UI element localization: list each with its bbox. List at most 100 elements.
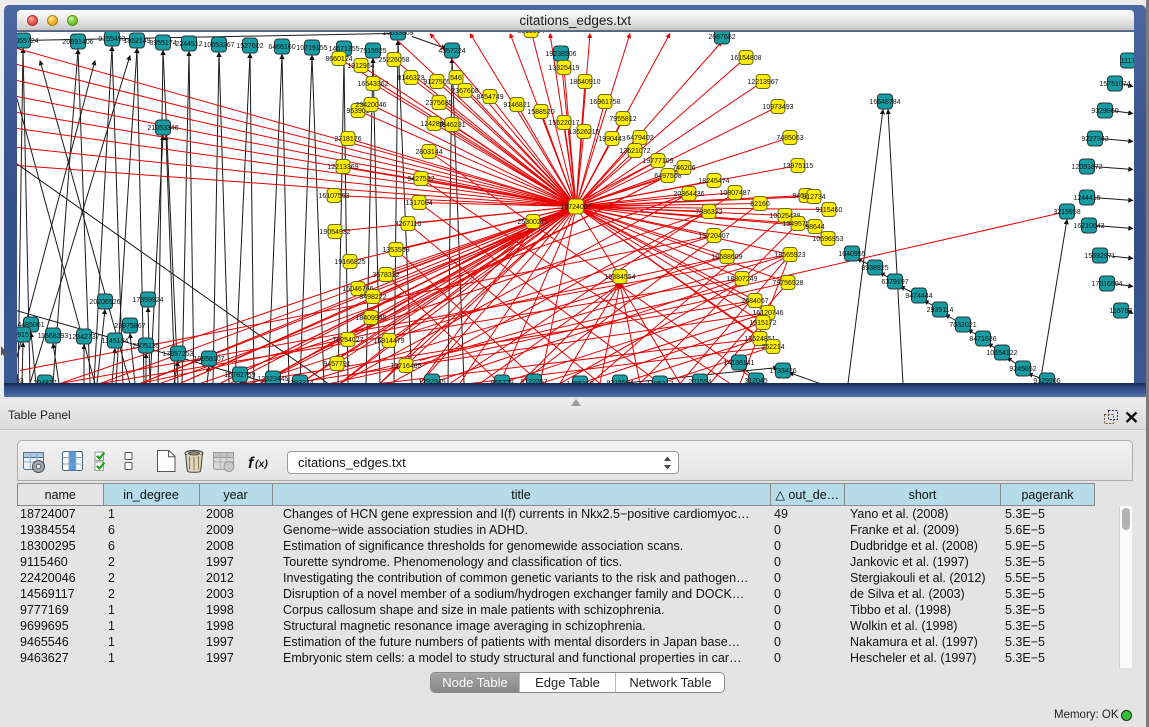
svg-text:7886322: 7886322 <box>695 209 722 216</box>
svg-text:1990443: 1990443 <box>598 136 625 143</box>
svg-text:10807487: 10807487 <box>719 190 750 197</box>
svg-text:20364436: 20364436 <box>673 191 704 198</box>
svg-text:1862149: 1862149 <box>123 38 150 45</box>
svg-text:2505135: 2505135 <box>132 343 159 350</box>
svg-text:1353559: 1353559 <box>382 247 409 254</box>
svg-text:12093872: 12093872 <box>1071 164 1102 171</box>
svg-text:9155493: 9155493 <box>98 36 125 43</box>
svg-text:9427532: 9427532 <box>407 176 434 183</box>
svg-text:19777109: 19777109 <box>642 158 673 165</box>
svg-text:23420046: 23420046 <box>355 102 386 109</box>
svg-text:16961758: 16961758 <box>589 99 620 106</box>
svg-text:25300275: 25300275 <box>517 219 548 226</box>
svg-text:3498222: 3498222 <box>359 294 386 301</box>
svg-text:12323445: 12323445 <box>257 376 288 383</box>
svg-text:19238506: 19238506 <box>545 51 576 58</box>
svg-text:79756928: 79756928 <box>772 280 803 287</box>
svg-text:10654122: 10654122 <box>986 350 1017 357</box>
svg-text:1615172: 1615172 <box>749 320 776 327</box>
svg-text:546: 546 <box>450 75 462 82</box>
svg-text:10696953: 10696953 <box>812 236 843 243</box>
svg-text:16210643: 16210643 <box>1073 223 1104 230</box>
svg-text:(x): (x) <box>255 458 268 470</box>
svg-text:13626215: 13626215 <box>568 129 599 136</box>
svg-text:18724007: 18724007 <box>560 204 591 211</box>
svg-text:9127505: 9127505 <box>423 79 450 86</box>
svg-text:2684067: 2684067 <box>741 298 768 305</box>
svg-text:8471636: 8471636 <box>969 336 996 343</box>
svg-text:1527602: 1527602 <box>236 43 263 50</box>
svg-text:2803144: 2803144 <box>415 149 442 156</box>
svg-text:23975867: 23975867 <box>114 323 145 330</box>
svg-text:25226058: 25226058 <box>378 57 409 64</box>
svg-text:8146323: 8146323 <box>397 75 424 82</box>
svg-text:1588520: 1588520 <box>527 109 554 116</box>
svg-text:6379197: 6379197 <box>881 279 908 286</box>
svg-text:20206526: 20206526 <box>89 299 120 306</box>
svg-text:10719155: 10719155 <box>296 45 327 52</box>
svg-text:f: f <box>248 455 255 472</box>
svg-text:11568293: 11568293 <box>37 333 68 340</box>
svg-text:17957253: 17957253 <box>162 351 193 358</box>
svg-text:1546231: 1546231 <box>438 122 465 129</box>
svg-text:16154808: 16154808 <box>730 55 761 62</box>
svg-text:15622017: 15622017 <box>548 120 579 127</box>
svg-text:7955812: 7955812 <box>609 116 636 123</box>
svg-text:4357224: 4357224 <box>438 48 465 55</box>
svg-text:9245652: 9245652 <box>1009 366 1036 373</box>
svg-text:15720407: 15720407 <box>698 233 729 240</box>
svg-text:12213967: 12213967 <box>747 79 778 86</box>
svg-text:6466160: 6466160 <box>268 44 295 51</box>
svg-text:12342737: 12342737 <box>68 334 99 341</box>
svg-text:98644: 98644 <box>805 224 825 231</box>
svg-text:1733426: 1733426 <box>769 368 796 375</box>
svg-text:1117: 1117 <box>1120 58 1133 65</box>
svg-text:1912954: 1912954 <box>347 63 374 70</box>
svg-text:9474444: 9474444 <box>905 293 932 300</box>
svg-text:912734: 912734 <box>802 194 825 201</box>
svg-text:14136141: 14136141 <box>723 360 754 367</box>
svg-text:8955174: 8955174 <box>149 40 176 47</box>
svg-text:9457791: 9457791 <box>323 361 350 368</box>
svg-text:3215958: 3215958 <box>1053 209 1080 216</box>
svg-text:8938925: 8938925 <box>861 265 888 272</box>
svg-text:7632021: 7632021 <box>949 322 976 329</box>
svg-text:1317004: 1317004 <box>405 200 432 207</box>
svg-text:13975115: 13975115 <box>782 163 813 170</box>
svg-text:10653267: 10653267 <box>203 42 234 49</box>
svg-text:2687682: 2687682 <box>708 34 735 41</box>
svg-text:19054932: 19054932 <box>319 229 350 236</box>
svg-text:746206: 746206 <box>672 165 695 172</box>
svg-text:17016504: 17016504 <box>1091 281 1122 288</box>
svg-text:20691406: 20691406 <box>62 39 93 46</box>
svg-text:16648784: 16648784 <box>869 99 900 106</box>
svg-text:18807249: 18807249 <box>726 276 757 283</box>
svg-text:18409948: 18409948 <box>355 315 386 322</box>
svg-text:2244512: 2244512 <box>175 41 202 48</box>
svg-text:10033809: 10033809 <box>382 32 413 37</box>
svg-text:7485063: 7485063 <box>776 135 803 142</box>
svg-text:10973493: 10973493 <box>762 104 793 111</box>
svg-text:2935114: 2935114 <box>926 307 953 314</box>
svg-text:1145194: 1145194 <box>101 338 128 345</box>
svg-text:18245474: 18245474 <box>698 178 729 185</box>
svg-text:13716485: 13716485 <box>390 363 421 370</box>
svg-text:252214: 252214 <box>761 344 784 351</box>
svg-text:16914479: 16914479 <box>373 338 404 345</box>
svg-text:14055724: 14055724 <box>17 38 39 45</box>
svg-text:3578312: 3578312 <box>372 272 399 279</box>
svg-text:16782759: 16782759 <box>224 372 255 379</box>
svg-text:62160: 62160 <box>750 201 770 208</box>
svg-text:3267110: 3267110 <box>394 221 421 228</box>
svg-text:8660124: 8660124 <box>325 56 352 63</box>
svg-text:76254027: 76254027 <box>332 337 363 344</box>
svg-text:17359924: 17359924 <box>132 297 163 304</box>
svg-text:6479402: 6479402 <box>626 135 653 142</box>
svg-text:19166825: 19166825 <box>334 259 365 266</box>
svg-text:2718176: 2718176 <box>334 136 361 143</box>
svg-text:39151: 39151 <box>17 332 33 339</box>
svg-text:10688609: 10688609 <box>711 254 742 261</box>
svg-text:2375685: 2375685 <box>425 100 452 107</box>
svg-text:9115460: 9115460 <box>815 207 842 214</box>
svg-text:15692971: 15692971 <box>1084 253 1115 260</box>
